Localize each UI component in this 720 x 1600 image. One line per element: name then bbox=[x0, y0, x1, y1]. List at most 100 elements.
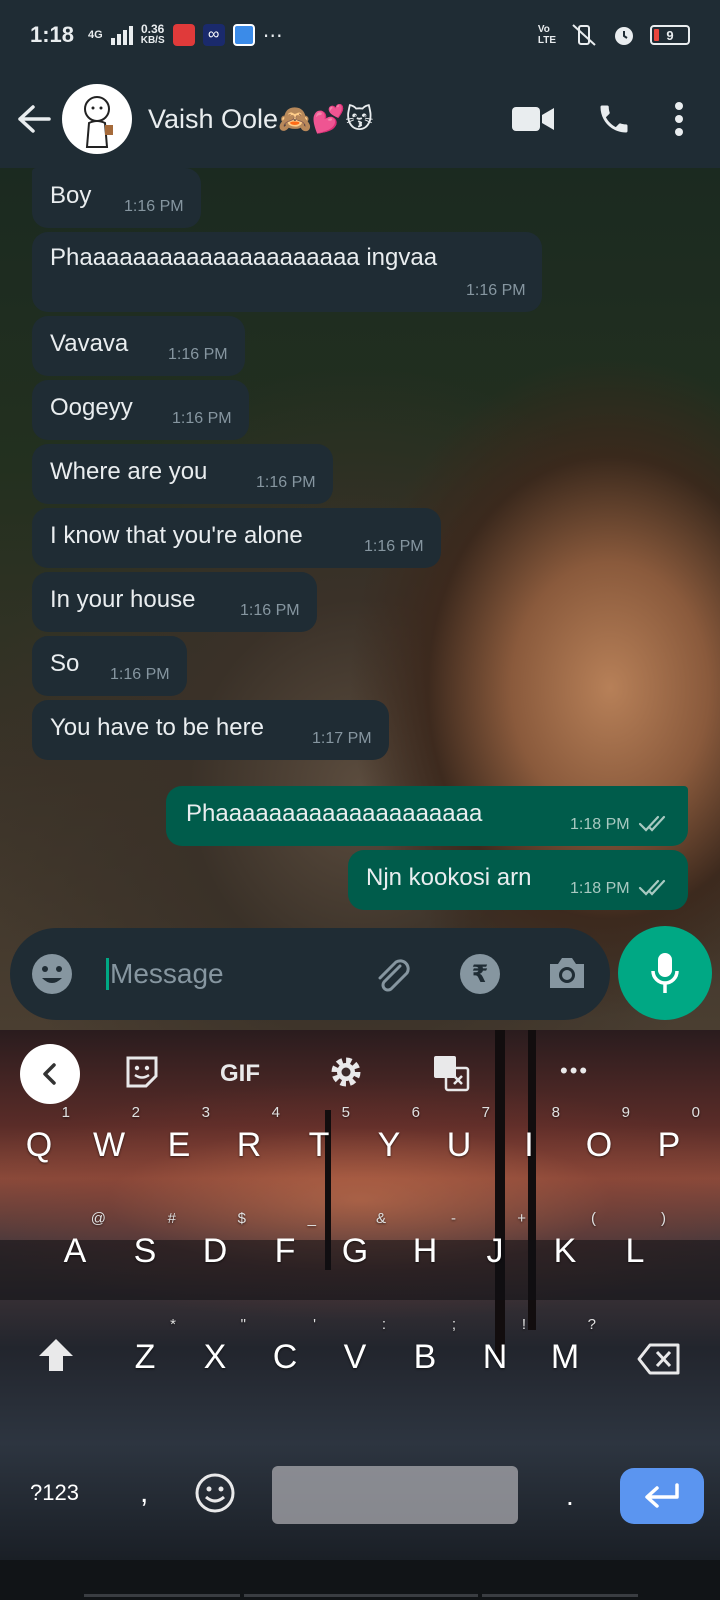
key-hint: 3 bbox=[201, 1104, 210, 1121]
message-bubble-incoming[interactable]: You have to be here 1:17 PM bbox=[32, 700, 389, 760]
key-hint: - bbox=[451, 1210, 456, 1227]
message-bubble-incoming[interactable]: Vavava 1:16 PM bbox=[32, 316, 245, 376]
message-time: 1:18 PM bbox=[570, 880, 630, 897]
key-j[interactable]: + J bbox=[460, 1210, 530, 1271]
data-speed: 0.36 KB/S bbox=[141, 23, 165, 47]
key-u[interactable]: 7U bbox=[424, 1104, 494, 1165]
message-bubble-incoming[interactable]: I know that you're alone 1:16 PM bbox=[32, 508, 441, 568]
message-bubble-incoming[interactable]: Where are you 1:16 PM bbox=[32, 444, 333, 504]
key-g[interactable]: & G bbox=[320, 1210, 390, 1271]
settings-button[interactable] bbox=[328, 1054, 364, 1095]
chat-area[interactable]: Boy 1:16 PM Phaaaaaaaaaaaaaaaaaaaaa ingv… bbox=[0, 168, 720, 1030]
key-y[interactable]: 6Y bbox=[354, 1104, 424, 1165]
key-v[interactable]: :V bbox=[320, 1316, 390, 1377]
key-q[interactable]: 1Q bbox=[4, 1104, 74, 1165]
key-l[interactable]: ) L bbox=[600, 1210, 670, 1271]
symbols-key[interactable]: ?123 bbox=[30, 1480, 79, 1506]
contact-avatar[interactable] bbox=[62, 84, 132, 154]
camera-button[interactable] bbox=[546, 954, 588, 997]
key-label: H bbox=[412, 1232, 438, 1270]
message-text: In your house bbox=[50, 586, 196, 613]
key-r[interactable]: 4R bbox=[214, 1104, 284, 1165]
video-camera-icon bbox=[512, 107, 554, 131]
key-a[interactable]: @ A bbox=[40, 1210, 110, 1271]
system-navigation-bar bbox=[0, 1560, 720, 1600]
key-label: U bbox=[446, 1126, 472, 1164]
nav-gesture-segment[interactable] bbox=[482, 1594, 638, 1597]
message-text: So bbox=[50, 650, 80, 677]
voice-call-button[interactable] bbox=[596, 101, 632, 137]
message-bubble-incoming[interactable]: Boy 1:16 PM bbox=[32, 168, 201, 228]
shift-key[interactable] bbox=[36, 1336, 76, 1379]
message-time: 1:16 PM bbox=[124, 198, 184, 215]
period-key[interactable]: . bbox=[566, 1480, 574, 1512]
video-call-button[interactable] bbox=[512, 105, 554, 133]
keyboard-collapse-button[interactable] bbox=[20, 1044, 80, 1104]
key-hint: ; bbox=[451, 1316, 456, 1333]
message-text: Njn kookosi arn bbox=[366, 864, 532, 891]
payment-button[interactable]: ₹ bbox=[460, 954, 500, 994]
key-hint: 2 bbox=[131, 1104, 140, 1121]
key-label: S bbox=[133, 1232, 157, 1270]
message-bubble-outgoing[interactable]: Njn kookosi arn 1:18 PM bbox=[348, 850, 688, 910]
gif-button[interactable]: GIF bbox=[220, 1060, 260, 1088]
message-input[interactable]: Message bbox=[110, 958, 224, 990]
header-actions bbox=[512, 101, 684, 137]
message-bubble-incoming[interactable]: In your house 1:16 PM bbox=[32, 572, 317, 632]
key-label: Q bbox=[25, 1126, 53, 1164]
key-w[interactable]: 2W bbox=[74, 1104, 144, 1165]
key-x[interactable]: " X bbox=[180, 1316, 250, 1377]
key-label: K bbox=[553, 1232, 577, 1270]
phone-icon bbox=[600, 105, 628, 133]
key-label: B bbox=[413, 1338, 437, 1376]
chevron-left-icon bbox=[43, 1063, 56, 1085]
space-bar[interactable] bbox=[272, 1466, 518, 1524]
voice-message-button[interactable] bbox=[618, 926, 712, 1020]
nav-gesture-segment[interactable] bbox=[84, 1594, 240, 1597]
message-bubble-outgoing[interactable]: Phaaaaaaaaaaaaaaaaaaaa 1:18 PM bbox=[166, 786, 688, 846]
kebab-menu-icon bbox=[675, 102, 683, 136]
enter-key[interactable] bbox=[620, 1468, 704, 1524]
message-time: 1:16 PM bbox=[168, 346, 228, 363]
key-o[interactable]: 9O bbox=[564, 1104, 634, 1165]
key-hint: ' bbox=[313, 1316, 316, 1333]
battery-indicator: 9 bbox=[650, 25, 690, 45]
key-d[interactable]: $ D bbox=[180, 1210, 250, 1271]
key-k[interactable]: (K bbox=[530, 1210, 600, 1271]
key-h[interactable]: -H bbox=[390, 1210, 460, 1271]
message-bubble-incoming[interactable]: So 1:16 PM bbox=[32, 636, 187, 696]
backspace-key[interactable] bbox=[636, 1342, 682, 1381]
key-s[interactable]: # S bbox=[110, 1210, 180, 1271]
back-button[interactable] bbox=[6, 70, 62, 168]
sticker-button[interactable] bbox=[124, 1054, 160, 1095]
attach-button[interactable] bbox=[370, 952, 414, 1001]
more-tools-button[interactable]: ••• bbox=[560, 1058, 589, 1084]
key-label: P bbox=[657, 1126, 681, 1164]
key-z[interactable]: * Z bbox=[110, 1316, 180, 1377]
emoji-button[interactable] bbox=[30, 952, 74, 1001]
paperclip-icon bbox=[378, 959, 410, 992]
nav-gesture-segment[interactable] bbox=[244, 1594, 478, 1597]
key-f[interactable]: _ F bbox=[250, 1210, 320, 1271]
key-b[interactable]: ; B bbox=[390, 1316, 460, 1377]
message-time: 1:18 PM bbox=[570, 816, 630, 833]
key-p[interactable]: 0P bbox=[634, 1104, 704, 1165]
key-label: L bbox=[625, 1232, 645, 1270]
key-c[interactable]: ' C bbox=[250, 1316, 320, 1377]
more-options-button[interactable] bbox=[674, 102, 684, 136]
message-text: You have to be here bbox=[50, 714, 264, 741]
translate-button[interactable] bbox=[432, 1054, 470, 1097]
key-m[interactable]: ? M bbox=[530, 1316, 600, 1377]
key-e[interactable]: 3E bbox=[144, 1104, 214, 1165]
key-n[interactable]: ! N bbox=[460, 1316, 530, 1377]
comma-key[interactable]: , bbox=[140, 1476, 148, 1510]
emoji-key[interactable] bbox=[194, 1472, 236, 1519]
contact-name[interactable]: Vaish Oole🙈💕😽 bbox=[148, 103, 512, 135]
message-time: 1:17 PM bbox=[312, 730, 372, 747]
message-bubble-incoming[interactable]: Oogeyy 1:16 PM bbox=[32, 380, 249, 440]
key-t[interactable]: 5T bbox=[284, 1104, 354, 1165]
camera-icon bbox=[550, 958, 584, 988]
key-i[interactable]: 8I bbox=[494, 1104, 564, 1165]
message-bubble-incoming[interactable]: Phaaaaaaaaaaaaaaaaaaaaa ingvaa 1:16 PM bbox=[32, 232, 542, 312]
message-time: 1:16 PM bbox=[172, 410, 232, 427]
